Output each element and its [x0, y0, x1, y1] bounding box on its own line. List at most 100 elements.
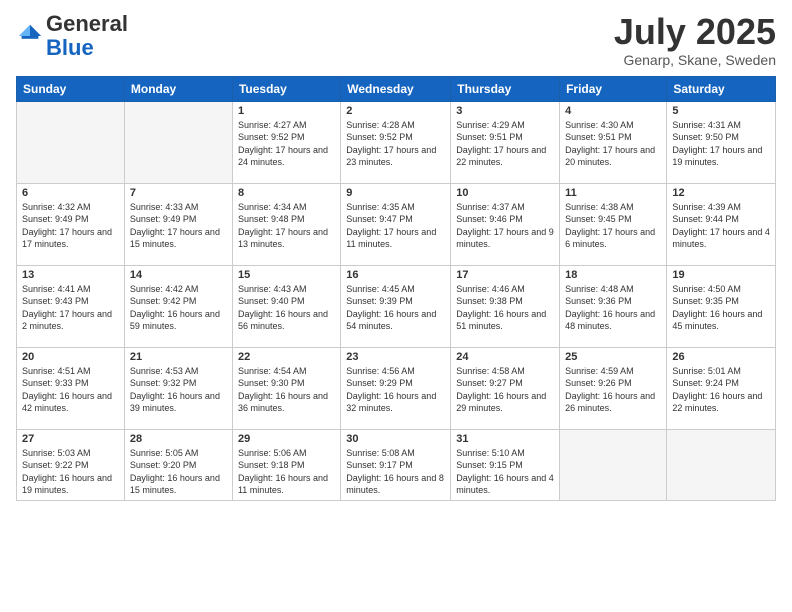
day-info: Sunrise: 5:10 AM Sunset: 9:15 PM Dayligh… — [456, 447, 554, 497]
day-info: Sunrise: 4:27 AM Sunset: 9:52 PM Dayligh… — [238, 119, 335, 169]
weekday-header-row: SundayMondayTuesdayWednesdayThursdayFrid… — [17, 76, 776, 101]
day-number: 14 — [130, 269, 227, 281]
week-row-4: 20 Sunrise: 4:51 AM Sunset: 9:33 PM Dayli… — [17, 347, 776, 429]
day-info: Sunrise: 4:41 AM Sunset: 9:43 PM Dayligh… — [22, 283, 119, 333]
day-info: Sunrise: 4:46 AM Sunset: 9:38 PM Dayligh… — [456, 283, 554, 333]
day-cell: 21 Sunrise: 4:53 AM Sunset: 9:32 PM Dayli… — [124, 347, 232, 429]
weekday-wednesday: Wednesday — [341, 76, 451, 101]
day-cell: 15Sunrise: 4:43 AM Sunset: 9:40 PM Dayli… — [232, 265, 340, 347]
day-number: 5 — [672, 105, 770, 117]
day-cell: 13 Sunrise: 4:41 AM Sunset: 9:43 PM Dayli… — [17, 265, 125, 347]
day-info: Sunrise: 4:32 AM Sunset: 9:49 PM Dayligh… — [22, 201, 119, 251]
day-number: 23 — [346, 351, 445, 363]
day-number: 26 — [672, 351, 770, 363]
day-info: Sunrise: 4:56 AM Sunset: 9:29 PM Dayligh… — [346, 365, 445, 415]
day-info: Sunrise: 4:42 AM Sunset: 9:42 PM Dayligh… — [130, 283, 227, 333]
day-cell: 4 Sunrise: 4:30 AM Sunset: 9:51 PM Daylig… — [560, 101, 667, 183]
day-cell — [667, 429, 776, 500]
day-number: 21 — [130, 351, 227, 363]
day-cell: 2 Sunrise: 4:28 AM Sunset: 9:52 PM Daylig… — [341, 101, 451, 183]
day-info: Sunrise: 4:35 AM Sunset: 9:47 PM Dayligh… — [346, 201, 445, 251]
month-title: July 2025 — [614, 12, 776, 52]
day-info: Sunrise: 4:29 AM Sunset: 9:51 PM Dayligh… — [456, 119, 554, 169]
day-cell: 29Sunrise: 5:06 AM Sunset: 9:18 PM Dayli… — [232, 429, 340, 500]
day-number: 2 — [346, 105, 445, 117]
day-info: Sunrise: 4:48 AM Sunset: 9:36 PM Dayligh… — [565, 283, 661, 333]
day-number: 6 — [22, 187, 119, 199]
week-row-2: 6 Sunrise: 4:32 AM Sunset: 9:49 PM Daylig… — [17, 183, 776, 265]
day-cell: 8Sunrise: 4:34 AM Sunset: 9:48 PM Daylig… — [232, 183, 340, 265]
day-cell — [124, 101, 232, 183]
day-info: Sunrise: 5:05 AM Sunset: 9:20 PM Dayligh… — [130, 447, 227, 497]
day-info: Sunrise: 4:59 AM Sunset: 9:26 PM Dayligh… — [565, 365, 661, 415]
day-cell: 24 Sunrise: 4:58 AM Sunset: 9:27 PM Dayli… — [451, 347, 560, 429]
day-info: Sunrise: 5:08 AM Sunset: 9:17 PM Dayligh… — [346, 447, 445, 497]
day-cell — [560, 429, 667, 500]
logo-text: General Blue — [46, 12, 128, 60]
day-cell: 27Sunrise: 5:03 AM Sunset: 9:22 PM Dayli… — [17, 429, 125, 500]
page: General Blue July 2025 Genarp, Skane, Sw… — [0, 0, 792, 612]
day-cell: 25Sunrise: 4:59 AM Sunset: 9:26 PM Dayli… — [560, 347, 667, 429]
logo-blue: Blue — [46, 35, 94, 60]
week-row-3: 13 Sunrise: 4:41 AM Sunset: 9:43 PM Dayli… — [17, 265, 776, 347]
day-number: 17 — [456, 269, 554, 281]
day-cell: 22Sunrise: 4:54 AM Sunset: 9:30 PM Dayli… — [232, 347, 340, 429]
day-cell: 14 Sunrise: 4:42 AM Sunset: 9:42 PM Dayli… — [124, 265, 232, 347]
day-info: Sunrise: 5:06 AM Sunset: 9:18 PM Dayligh… — [238, 447, 335, 497]
day-info: Sunrise: 4:30 AM Sunset: 9:51 PM Dayligh… — [565, 119, 661, 169]
day-info: Sunrise: 5:01 AM Sunset: 9:24 PM Dayligh… — [672, 365, 770, 415]
day-number: 31 — [456, 433, 554, 445]
day-info: Sunrise: 4:53 AM Sunset: 9:32 PM Dayligh… — [130, 365, 227, 415]
day-cell: 5 Sunrise: 4:31 AM Sunset: 9:50 PM Daylig… — [667, 101, 776, 183]
day-number: 18 — [565, 269, 661, 281]
day-number: 16 — [346, 269, 445, 281]
day-info: Sunrise: 4:45 AM Sunset: 9:39 PM Dayligh… — [346, 283, 445, 333]
day-info: Sunrise: 4:51 AM Sunset: 9:33 PM Dayligh… — [22, 365, 119, 415]
day-number: 10 — [456, 187, 554, 199]
day-info: Sunrise: 4:31 AM Sunset: 9:50 PM Dayligh… — [672, 119, 770, 169]
day-cell: 3 Sunrise: 4:29 AM Sunset: 9:51 PM Daylig… — [451, 101, 560, 183]
day-info: Sunrise: 4:33 AM Sunset: 9:49 PM Dayligh… — [130, 201, 227, 251]
day-cell: 20 Sunrise: 4:51 AM Sunset: 9:33 PM Dayli… — [17, 347, 125, 429]
day-cell: 17 Sunrise: 4:46 AM Sunset: 9:38 PM Dayli… — [451, 265, 560, 347]
title-block: July 2025 Genarp, Skane, Sweden — [614, 12, 776, 68]
day-cell — [17, 101, 125, 183]
day-cell: 1Sunrise: 4:27 AM Sunset: 9:52 PM Daylig… — [232, 101, 340, 183]
day-cell: 23 Sunrise: 4:56 AM Sunset: 9:29 PM Dayli… — [341, 347, 451, 429]
day-info: Sunrise: 4:39 AM Sunset: 9:44 PM Dayligh… — [672, 201, 770, 251]
day-cell: 16 Sunrise: 4:45 AM Sunset: 9:39 PM Dayli… — [341, 265, 451, 347]
day-number: 11 — [565, 187, 661, 199]
day-cell: 18 Sunrise: 4:48 AM Sunset: 9:36 PM Dayli… — [560, 265, 667, 347]
weekday-tuesday: Tuesday — [232, 76, 340, 101]
header: General Blue July 2025 Genarp, Skane, Sw… — [16, 12, 776, 68]
day-info: Sunrise: 4:58 AM Sunset: 9:27 PM Dayligh… — [456, 365, 554, 415]
day-info: Sunrise: 4:37 AM Sunset: 9:46 PM Dayligh… — [456, 201, 554, 251]
day-number: 7 — [130, 187, 227, 199]
day-cell: 19 Sunrise: 4:50 AM Sunset: 9:35 PM Dayli… — [667, 265, 776, 347]
day-number: 28 — [130, 433, 227, 445]
weekday-friday: Friday — [560, 76, 667, 101]
day-number: 24 — [456, 351, 554, 363]
week-row-1: 1Sunrise: 4:27 AM Sunset: 9:52 PM Daylig… — [17, 101, 776, 183]
day-number: 19 — [672, 269, 770, 281]
calendar-body: 1Sunrise: 4:27 AM Sunset: 9:52 PM Daylig… — [17, 101, 776, 500]
logo: General Blue — [16, 12, 128, 60]
day-info: Sunrise: 5:03 AM Sunset: 9:22 PM Dayligh… — [22, 447, 119, 497]
weekday-saturday: Saturday — [667, 76, 776, 101]
day-number: 22 — [238, 351, 335, 363]
day-cell: 10 Sunrise: 4:37 AM Sunset: 9:46 PM Dayli… — [451, 183, 560, 265]
logo-icon — [16, 22, 44, 50]
weekday-monday: Monday — [124, 76, 232, 101]
day-info: Sunrise: 4:50 AM Sunset: 9:35 PM Dayligh… — [672, 283, 770, 333]
weekday-thursday: Thursday — [451, 76, 560, 101]
day-number: 15 — [238, 269, 335, 281]
day-info: Sunrise: 4:34 AM Sunset: 9:48 PM Dayligh… — [238, 201, 335, 251]
day-number: 3 — [456, 105, 554, 117]
day-number: 20 — [22, 351, 119, 363]
day-number: 12 — [672, 187, 770, 199]
day-number: 4 — [565, 105, 661, 117]
day-info: Sunrise: 4:28 AM Sunset: 9:52 PM Dayligh… — [346, 119, 445, 169]
day-number: 13 — [22, 269, 119, 281]
day-cell: 11 Sunrise: 4:38 AM Sunset: 9:45 PM Dayli… — [560, 183, 667, 265]
day-info: Sunrise: 4:38 AM Sunset: 9:45 PM Dayligh… — [565, 201, 661, 251]
